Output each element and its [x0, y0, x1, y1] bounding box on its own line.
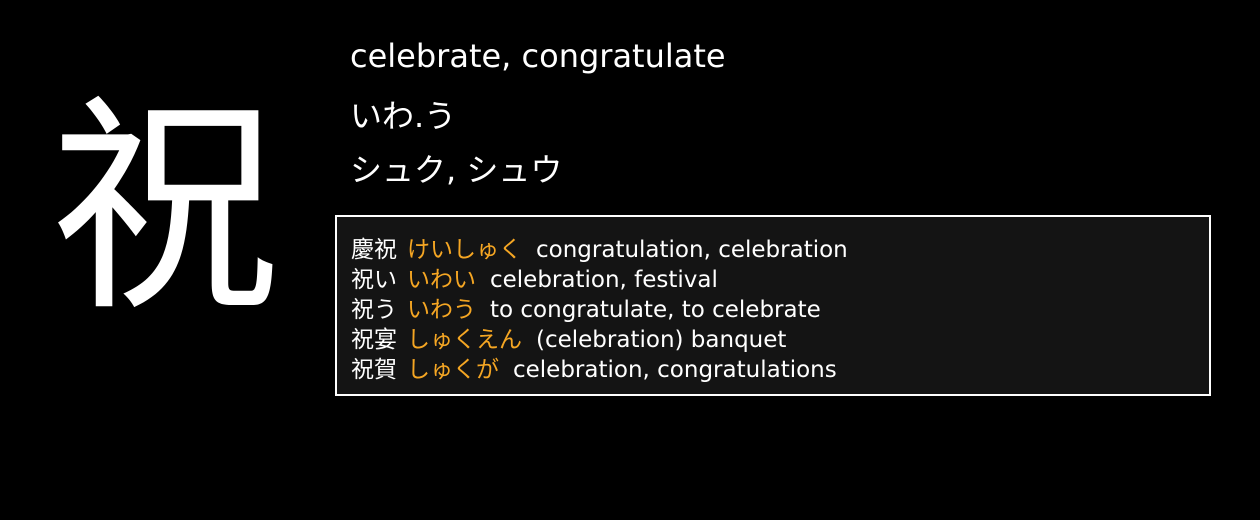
vocabulary-reading: けいしゅく: [407, 237, 522, 263]
vocabulary-reading: いわう: [407, 297, 476, 323]
vocabulary-item: 祝う いわう to congratulate, to celebrate: [351, 295, 848, 325]
vocabulary-gloss: (celebration) banquet: [536, 327, 787, 353]
kanji-character: 祝: [50, 76, 281, 343]
vocabulary-item: 祝賀 しゅくが celebration, congratulations: [351, 355, 848, 385]
on-reading: シュク, シュウ: [350, 151, 563, 189]
vocabulary-list: 慶祝 けいしゅく congratulation, celebration 祝い いわい…: [351, 235, 848, 385]
vocabulary-gloss: congratulation, celebration: [536, 237, 848, 263]
vocabulary-item: 慶祝 けいしゅく congratulation, celebration: [351, 235, 848, 265]
vocabulary-reading: しゅくえん: [407, 327, 522, 353]
vocabulary-gloss: to congratulate, to celebrate: [490, 297, 821, 323]
vocabulary-word: 慶祝: [351, 237, 397, 263]
vocabulary-reading: しゅくが: [407, 357, 499, 383]
vocabulary-item: 祝い いわい celebration, festival: [351, 265, 848, 295]
vocabulary-word: 祝宴: [351, 327, 397, 353]
vocabulary-word: 祝い: [351, 267, 397, 293]
vocabulary-word: 祝う: [351, 297, 397, 323]
vocabulary-gloss: celebration, festival: [490, 267, 718, 293]
vocabulary-word: 祝賀: [351, 357, 397, 383]
vocabulary-gloss: celebration, congratulations: [513, 357, 837, 383]
kun-reading: いわ.う: [350, 97, 457, 135]
vocabulary-panel: 慶祝 けいしゅく congratulation, celebration 祝い いわい…: [335, 215, 1211, 396]
vocabulary-reading: いわい: [407, 267, 476, 293]
vocabulary-item: 祝宴 しゅくえん (celebration) banquet: [351, 325, 848, 355]
kanji-meaning: celebrate, congratulate: [350, 37, 726, 75]
